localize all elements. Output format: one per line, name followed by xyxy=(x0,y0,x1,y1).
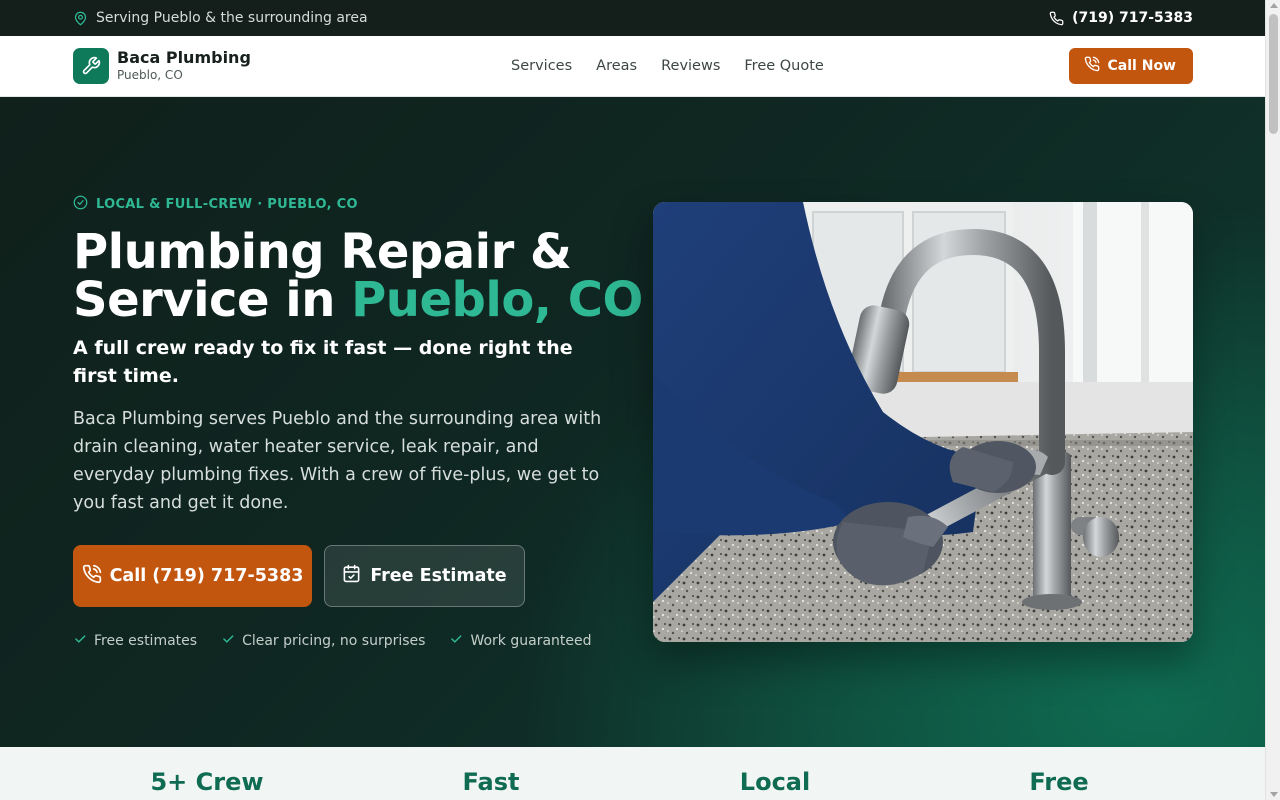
stat-fast: Fast xyxy=(462,768,520,796)
hero-eyebrow-text: LOCAL & FULL-CREW · PUEBLO, CO xyxy=(96,197,358,212)
service-area: Serving Pueblo & the surrounding area xyxy=(73,10,368,26)
check-icon xyxy=(449,632,463,650)
hero-title: Plumbing Repair & Service in Pueblo, CO xyxy=(73,228,643,324)
check-item: Clear pricing, no surprises xyxy=(221,632,425,650)
brand-name: Baca Plumbing xyxy=(117,48,251,67)
check-circle-icon xyxy=(73,195,88,214)
scrollbar-thumb[interactable] xyxy=(1269,14,1278,134)
top-bar: Serving Pueblo & the surrounding area (7… xyxy=(0,0,1265,36)
phone-icon xyxy=(1049,11,1064,26)
hero-check-list: Free estimates Clear pricing, no surpris… xyxy=(73,632,592,650)
hero-eyebrow: LOCAL & FULL-CREW · PUEBLO, CO xyxy=(73,195,358,214)
main-nav: Baca Plumbing Pueblo, CO Services Areas … xyxy=(0,36,1265,97)
stat-local: Local xyxy=(739,768,811,796)
nav-link-areas[interactable]: Areas xyxy=(596,58,637,74)
check-item: Work guaranteed xyxy=(449,632,592,650)
call-now-button[interactable]: Call Now xyxy=(1068,48,1193,84)
wrench-icon xyxy=(73,48,109,84)
brand-location: Pueblo, CO xyxy=(117,68,183,82)
calendar-check-icon xyxy=(342,564,361,588)
nav-link-free-quote[interactable]: Free Quote xyxy=(744,58,823,74)
hero-subtitle: A full crew ready to fix it fast — done … xyxy=(73,337,573,387)
hero-description: Baca Plumbing serves Pueblo and the surr… xyxy=(73,409,602,513)
check-item-label: Work guaranteed xyxy=(470,633,592,649)
phone-call-icon xyxy=(82,564,102,589)
free-estimate-label: Free Estimate xyxy=(370,566,507,586)
check-icon xyxy=(221,632,235,650)
nav-link-services[interactable]: Services xyxy=(511,58,572,74)
stats-strip: 5+ Crew Fast Local Free xyxy=(0,747,1265,800)
phone-call-icon xyxy=(1084,56,1100,76)
hero-title-accent: Pueblo, CO xyxy=(351,272,643,328)
nav-links: Services Areas Reviews Free Quote xyxy=(511,58,824,74)
hero-photo-plumber-faucet xyxy=(653,202,1193,642)
map-pin-icon xyxy=(73,11,88,26)
check-icon xyxy=(73,632,87,650)
call-now-label: Call Now xyxy=(1107,58,1176,74)
check-item-label: Clear pricing, no surprises xyxy=(242,633,426,649)
hero-title-line2-prefix: Service in xyxy=(73,272,352,328)
brand-logo-link[interactable]: Baca Plumbing Pueblo, CO xyxy=(73,48,433,84)
free-estimate-button[interactable]: Free Estimate xyxy=(324,545,525,607)
page-scrollbar[interactable] xyxy=(1265,0,1280,800)
call-phone-label: Call (719) 717-5383 xyxy=(109,566,304,586)
scroll-down-arrow-icon[interactable] xyxy=(1270,792,1278,797)
scroll-up-arrow-icon[interactable] xyxy=(1270,3,1278,8)
stat-free: Free xyxy=(1029,768,1089,796)
nav-link-reviews[interactable]: Reviews xyxy=(661,58,720,74)
check-item: Free estimates xyxy=(73,632,197,650)
topbar-phone-link[interactable]: (719) 717-5383 xyxy=(1049,10,1193,26)
stat-crew: 5+ Crew xyxy=(150,768,264,796)
call-phone-button[interactable]: Call (719) 717-5383 xyxy=(73,545,312,607)
service-area-text: Serving Pueblo & the surrounding area xyxy=(96,10,368,26)
topbar-phone-number: (719) 717-5383 xyxy=(1072,10,1193,26)
check-item-label: Free estimates xyxy=(94,633,198,649)
hero-section: LOCAL & FULL-CREW · PUEBLO, CO Plumbing … xyxy=(0,97,1265,747)
